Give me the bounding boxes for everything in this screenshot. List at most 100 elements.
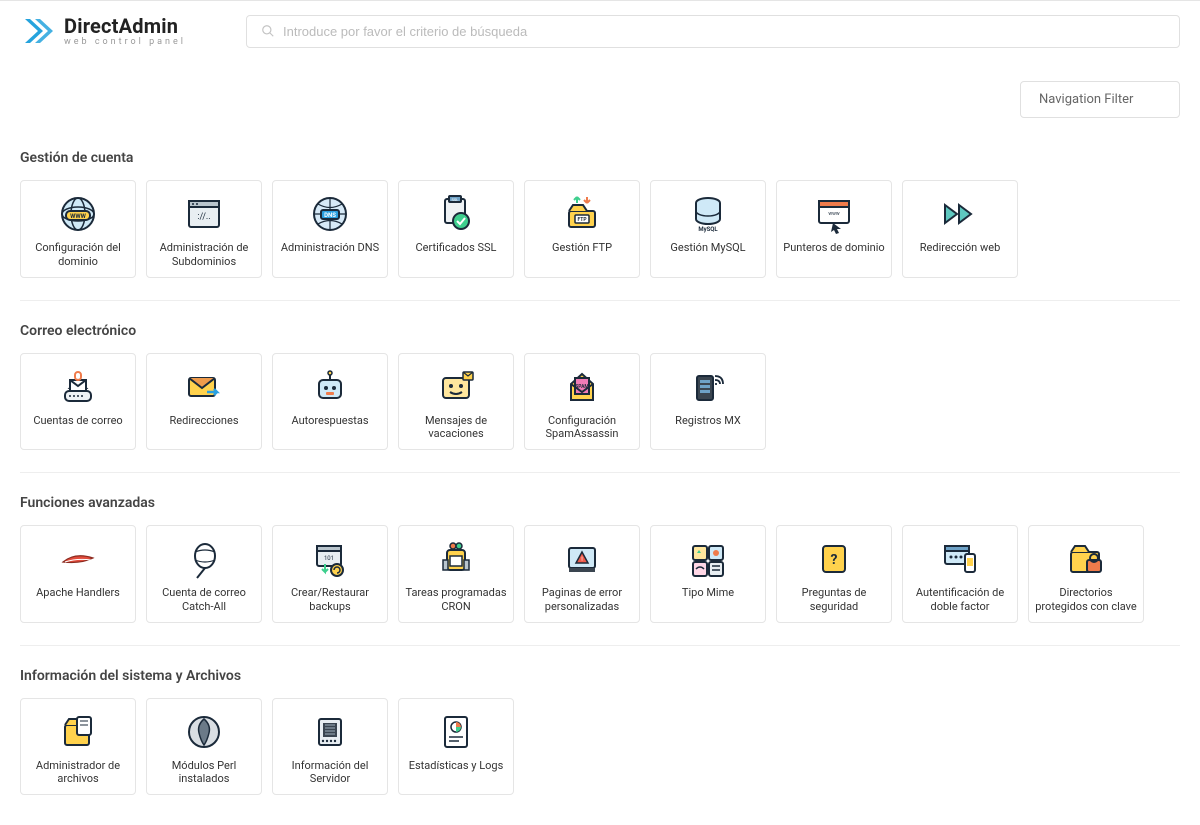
tile-label: Apache Handlers bbox=[36, 586, 120, 600]
tile-label: Registros MX bbox=[675, 414, 741, 428]
tile-cron[interactable]: Tareas programadas CRON bbox=[398, 525, 514, 623]
tile-mx[interactable]: Registros MX bbox=[650, 353, 766, 451]
protected-dir-icon bbox=[1065, 538, 1107, 580]
section-divider bbox=[20, 472, 1180, 473]
tile-ssl-cert[interactable]: Certificados SSL bbox=[398, 180, 514, 278]
stats-icon bbox=[435, 711, 477, 753]
tile-catchall[interactable]: Cuenta de correo Catch-All bbox=[146, 525, 262, 623]
mail-forward-icon bbox=[183, 366, 225, 408]
tile-spam[interactable]: Configuración SpamAssassin bbox=[524, 353, 640, 451]
tile-label: Autentificación de doble factor bbox=[909, 586, 1011, 614]
tile-stats[interactable]: Estadísticas y Logs bbox=[398, 698, 514, 796]
tile-label: Administración de Subdominios bbox=[153, 241, 255, 269]
tile-redirect[interactable]: Redirección web bbox=[902, 180, 1018, 278]
tile-subdomain[interactable]: Administración de Subdominios bbox=[146, 180, 262, 278]
mail-accounts-icon bbox=[57, 366, 99, 408]
tile-label: Preguntas de seguridad bbox=[783, 586, 885, 614]
tile-label: Configuración SpamAssassin bbox=[531, 414, 633, 442]
tile-ftp[interactable]: Gestión FTP bbox=[524, 180, 640, 278]
tile-security-q[interactable]: Preguntas de seguridad bbox=[776, 525, 892, 623]
tile-label: Redirecciones bbox=[170, 414, 239, 428]
tile-label: Administrador de archivos bbox=[27, 759, 129, 787]
redirect-icon bbox=[939, 193, 981, 235]
search-bar[interactable] bbox=[246, 15, 1180, 48]
search-icon bbox=[261, 24, 275, 38]
tile-protected-dir[interactable]: Directorios protegidos con clave bbox=[1028, 525, 1144, 623]
mime-icon bbox=[687, 538, 729, 580]
section-divider bbox=[20, 645, 1180, 646]
globe-www-icon bbox=[57, 193, 99, 235]
tile-label: Certificados SSL bbox=[416, 241, 497, 255]
tile-label: Directorios protegidos con clave bbox=[1035, 586, 1137, 614]
tile-pointer[interactable]: Punteros de dominio bbox=[776, 180, 892, 278]
tile-filemgr[interactable]: Administrador de archivos bbox=[20, 698, 136, 796]
vacation-icon bbox=[435, 366, 477, 408]
pointer-icon bbox=[813, 193, 855, 235]
filemgr-icon bbox=[57, 711, 99, 753]
ftp-icon bbox=[561, 193, 603, 235]
section-divider bbox=[20, 300, 1180, 301]
section-2: Funciones avanzadas Apache Handlers Cuenta… bbox=[20, 495, 1180, 623]
tile-label: Configuración del dominio bbox=[27, 241, 129, 269]
apache-icon bbox=[57, 538, 99, 580]
tile-2fa[interactable]: Autentificación de doble factor bbox=[902, 525, 1018, 623]
section-3: Información del sistema y Archivos Admini… bbox=[20, 668, 1180, 796]
2fa-icon bbox=[939, 538, 981, 580]
tile-label: Información del Servidor bbox=[279, 759, 381, 787]
section-title: Gestión de cuenta bbox=[20, 150, 1180, 166]
tile-label: Redirección web bbox=[920, 241, 1001, 255]
perl-icon bbox=[183, 711, 225, 753]
section-0: Gestión de cuenta Configuración del domin… bbox=[20, 150, 1180, 278]
search-input[interactable] bbox=[283, 24, 1165, 39]
tile-perl[interactable]: Módulos Perl instalados bbox=[146, 698, 262, 796]
catchall-icon bbox=[183, 538, 225, 580]
subdomain-icon bbox=[183, 193, 225, 235]
tile-backup[interactable]: Crear/Restaurar backups bbox=[272, 525, 388, 623]
brand-title: DirectAdmin bbox=[64, 16, 186, 36]
brand-logo[interactable]: DirectAdmin web control panel bbox=[20, 13, 186, 49]
mysql-icon bbox=[687, 193, 729, 235]
server-info-icon bbox=[309, 711, 351, 753]
tile-label: Punteros de dominio bbox=[783, 241, 884, 255]
brand-subtitle: web control panel bbox=[64, 38, 186, 47]
cron-icon bbox=[435, 538, 477, 580]
logo-chevrons-icon bbox=[20, 13, 56, 49]
header: DirectAdmin web control panel bbox=[0, 1, 1200, 61]
navigation-filter[interactable]: Navigation Filter bbox=[1020, 81, 1180, 118]
tile-label: Cuentas de correo bbox=[33, 414, 122, 428]
mx-icon bbox=[687, 366, 729, 408]
security-q-icon bbox=[813, 538, 855, 580]
tile-mime[interactable]: Tipo Mime bbox=[650, 525, 766, 623]
tile-mail-accounts[interactable]: Cuentas de correo bbox=[20, 353, 136, 451]
tile-autoresponder[interactable]: Autorespuestas bbox=[272, 353, 388, 451]
tile-dns-globe[interactable]: Administración DNS bbox=[272, 180, 388, 278]
tile-label: Tipo Mime bbox=[682, 586, 734, 600]
tile-label: Autorespuestas bbox=[291, 414, 368, 428]
tile-label: Paginas de error personalizadas bbox=[531, 586, 633, 614]
tile-globe-www[interactable]: Configuración del dominio bbox=[20, 180, 136, 278]
tile-apache[interactable]: Apache Handlers bbox=[20, 525, 136, 623]
dns-globe-icon bbox=[309, 193, 351, 235]
tile-label: Administración DNS bbox=[281, 241, 379, 255]
tile-label: Estadísticas y Logs bbox=[409, 759, 504, 773]
tile-label: Crear/Restaurar backups bbox=[279, 586, 381, 614]
tile-label: Tareas programadas CRON bbox=[405, 586, 507, 614]
section-title: Correo electrónico bbox=[20, 323, 1180, 339]
backup-icon bbox=[309, 538, 351, 580]
tile-mail-forward[interactable]: Redirecciones bbox=[146, 353, 262, 451]
tile-label: Gestión FTP bbox=[552, 241, 612, 255]
spam-icon bbox=[561, 366, 603, 408]
tile-label: Módulos Perl instalados bbox=[153, 759, 255, 787]
section-title: Funciones avanzadas bbox=[20, 495, 1180, 511]
error-page-icon bbox=[561, 538, 603, 580]
autoresponder-icon bbox=[309, 366, 351, 408]
tile-server-info[interactable]: Información del Servidor bbox=[272, 698, 388, 796]
tile-error-page[interactable]: Paginas de error personalizadas bbox=[524, 525, 640, 623]
ssl-cert-icon bbox=[435, 193, 477, 235]
tile-mysql[interactable]: Gestión MySQL bbox=[650, 180, 766, 278]
tile-vacation[interactable]: Mensajes de vacaciones bbox=[398, 353, 514, 451]
section-title: Información del sistema y Archivos bbox=[20, 668, 1180, 684]
tile-label: Cuenta de correo Catch-All bbox=[153, 586, 255, 614]
tile-label: Mensajes de vacaciones bbox=[405, 414, 507, 442]
tile-label: Gestión MySQL bbox=[670, 241, 745, 255]
